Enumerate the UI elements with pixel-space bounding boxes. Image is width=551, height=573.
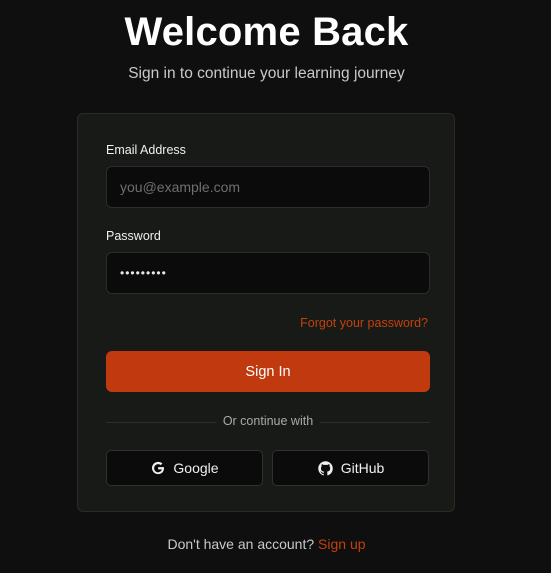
- divider: Or continue with: [106, 414, 430, 430]
- login-page: Welcome Back Sign in to continue your le…: [0, 0, 551, 573]
- github-button[interactable]: GitHub: [272, 450, 429, 486]
- email-input[interactable]: [106, 166, 430, 208]
- sign-in-button[interactable]: Sign In: [106, 351, 430, 392]
- forgot-password-link[interactable]: Forgot your password?: [300, 316, 428, 330]
- login-card: Email Address Password Forgot your passw…: [77, 113, 455, 512]
- password-label: Password: [106, 229, 161, 243]
- github-button-label: GitHub: [340, 460, 385, 476]
- google-button[interactable]: Google: [106, 450, 263, 486]
- email-label: Email Address: [106, 143, 186, 157]
- signup-prompt-text: Don't have an account?: [167, 536, 315, 552]
- password-input[interactable]: [106, 252, 430, 294]
- signup-prompt: Don't have an account? Sign up: [0, 536, 533, 552]
- google-icon: [150, 460, 166, 476]
- github-icon: [317, 460, 334, 477]
- page-title: Welcome Back: [124, 10, 409, 54]
- divider-text: Or continue with: [222, 414, 314, 428]
- divider-line-right: [320, 422, 430, 423]
- page-subtitle: Sign in to continue your learning journe…: [128, 65, 405, 82]
- sign-up-link[interactable]: Sign up: [318, 536, 365, 552]
- google-button-label: Google: [173, 460, 219, 476]
